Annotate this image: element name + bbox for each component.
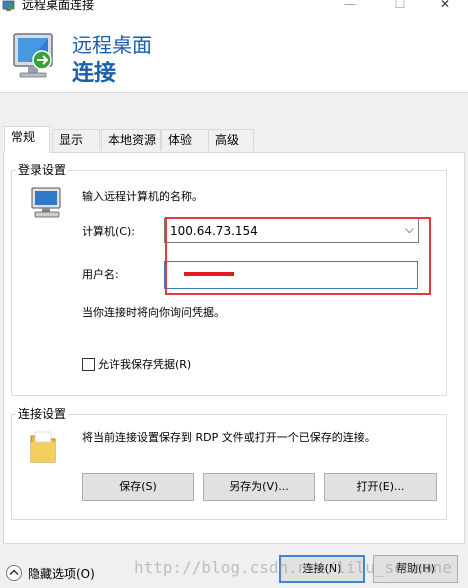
watermark: http://blog.csdn.net/lilu_someone bbox=[134, 558, 452, 577]
hide-options-link[interactable]: 隐藏选项(O) bbox=[28, 567, 95, 581]
tab-general[interactable]: 常规 bbox=[4, 126, 50, 153]
connection-description: 将当前连接设置保存到 RDP 文件或打开一个已保存的连接。 bbox=[82, 431, 376, 444]
tab-experience[interactable]: 体验 bbox=[161, 129, 209, 151]
remote-desktop-monitor-icon bbox=[10, 32, 60, 90]
maximize-button[interactable]: ☐ bbox=[380, 0, 420, 14]
annotation-red-box bbox=[165, 217, 431, 295]
save-credentials-label[interactable]: 允许我保存凭据(R) bbox=[98, 358, 191, 372]
login-instruction: 输入远程计算机的名称。 bbox=[82, 190, 203, 203]
credentials-prompt-note: 当你连接时将向你询问凭据。 bbox=[82, 306, 225, 319]
save-as-button[interactable]: 另存为(V)... bbox=[203, 473, 315, 501]
computer-icon bbox=[29, 186, 65, 223]
banner-title-line2: 连接 bbox=[72, 61, 117, 86]
open-button[interactable]: 打开(E)... bbox=[324, 473, 437, 501]
tab-advanced[interactable]: 高级 bbox=[208, 129, 254, 151]
hide-options-chevron-icon[interactable] bbox=[6, 565, 22, 581]
username-label: 用户名: bbox=[82, 268, 119, 281]
connection-settings-label: 连接设置 bbox=[16, 407, 69, 421]
title-bar: 远程桌面连接 — ☐ ✕ bbox=[0, 0, 468, 14]
banner-title-line1: 远程桌面 bbox=[72, 33, 152, 57]
close-button[interactable]: ✕ bbox=[425, 0, 465, 14]
login-settings-label: 登录设置 bbox=[16, 163, 69, 177]
remote-desktop-icon bbox=[2, 0, 15, 12]
folder-icon bbox=[29, 430, 57, 464]
computer-label: 计算机(C): bbox=[82, 225, 135, 238]
save-credentials-checkbox[interactable] bbox=[82, 358, 95, 371]
window-title: 远程桌面连接 bbox=[22, 0, 95, 12]
connection-settings-group bbox=[11, 414, 447, 520]
save-button[interactable]: 保存(S) bbox=[82, 473, 194, 501]
tab-local-resources[interactable]: 本地资源 bbox=[101, 129, 161, 151]
header-banner: 远程桌面 连接 bbox=[0, 14, 468, 93]
minimize-button[interactable]: — bbox=[330, 0, 370, 14]
tab-display[interactable]: 显示 bbox=[52, 129, 100, 151]
